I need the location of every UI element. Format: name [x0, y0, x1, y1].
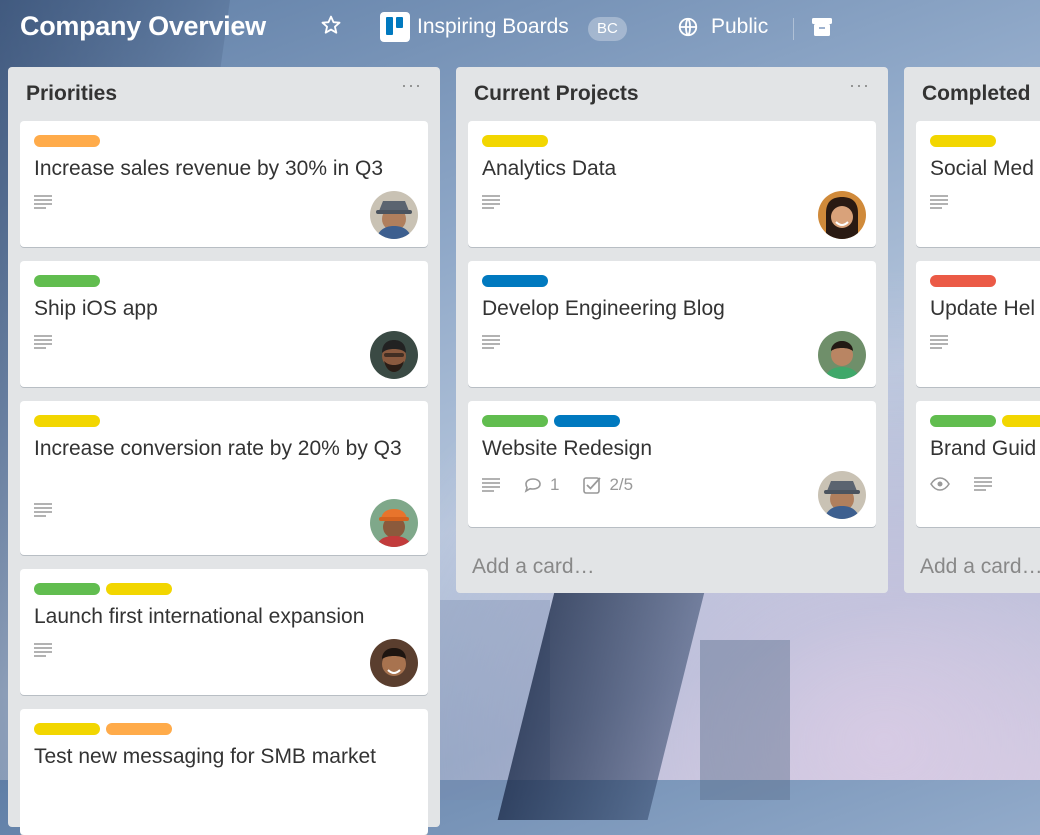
- comment-icon: [524, 478, 541, 493]
- card[interactable]: Analytics Data: [468, 121, 876, 247]
- label-yellow: [1002, 415, 1040, 427]
- card-title: Social Med: [930, 157, 1034, 180]
- comment-count: 1: [550, 475, 560, 494]
- board-header: Company Overview Inspiring Boards BC Pub…: [0, 0, 1040, 56]
- label-yellow: [482, 135, 548, 147]
- avatar[interactable]: [370, 639, 418, 687]
- header-divider: [793, 18, 794, 40]
- list-menu-icon[interactable]: ···: [849, 75, 870, 96]
- star-icon[interactable]: [318, 14, 344, 40]
- description-icon: [930, 335, 948, 349]
- card-title: Increase sales revenue by 30% in Q3: [34, 157, 384, 180]
- background-building: [430, 600, 550, 800]
- label-red: [930, 275, 996, 287]
- add-card-button[interactable]: Add a card…: [920, 555, 1040, 579]
- card[interactable]: Increase sales revenue by 30% in Q3: [20, 121, 428, 247]
- board-title[interactable]: Company Overview: [20, 11, 266, 42]
- label-yellow: [106, 583, 172, 595]
- background-building: [700, 640, 790, 800]
- checklist-badge: 2/5: [583, 475, 633, 495]
- label-yellow: [34, 723, 100, 735]
- avatar[interactable]: [370, 191, 418, 239]
- card-title: Website Redesign: [482, 437, 653, 460]
- description-icon: [482, 335, 500, 349]
- description-icon: [34, 503, 52, 517]
- card-title: Brand Guid: [930, 437, 1037, 460]
- avatar[interactable]: [370, 499, 418, 547]
- team-name[interactable]: Inspiring Boards: [417, 15, 569, 39]
- card-title: Ship iOS app: [34, 297, 158, 320]
- card[interactable]: Ship iOS app: [20, 261, 428, 387]
- description-icon: [974, 477, 992, 491]
- eye-icon: [930, 477, 950, 491]
- archive-icon[interactable]: [811, 17, 833, 37]
- label-blue: [482, 275, 548, 287]
- checklist-count: 2/5: [609, 475, 634, 494]
- avatar[interactable]: [818, 191, 866, 239]
- description-icon: [930, 195, 948, 209]
- avatar[interactable]: [370, 331, 418, 379]
- list-menu-icon[interactable]: ···: [401, 75, 422, 96]
- avatar[interactable]: [818, 471, 866, 519]
- list-completed: Completed Social Med Update Hel Brand Gu…: [904, 67, 1040, 593]
- visibility-label[interactable]: Public: [711, 15, 768, 39]
- description-icon: [34, 195, 52, 209]
- description-icon: [482, 478, 500, 492]
- description-icon: [482, 195, 500, 209]
- card[interactable]: Increase conversion rate by 20% by Q3: [20, 401, 428, 555]
- list-title[interactable]: Current Projects: [474, 82, 639, 106]
- label-orange: [106, 723, 172, 735]
- label-blue: [554, 415, 620, 427]
- card[interactable]: Test new messaging for SMB market: [20, 709, 428, 835]
- card-title: Launch first international expansion: [34, 605, 365, 628]
- list-title[interactable]: Completed: [922, 82, 1031, 106]
- label-green: [930, 415, 996, 427]
- card-title: Analytics Data: [482, 157, 617, 180]
- card[interactable]: Brand Guid: [916, 401, 1040, 527]
- label-green: [34, 583, 100, 595]
- card-title: Increase conversion rate by 20% by Q3: [34, 437, 402, 460]
- label-green: [34, 275, 100, 287]
- card-title: Update Hel: [930, 297, 1036, 320]
- description-icon: [34, 643, 52, 657]
- label-green: [482, 415, 548, 427]
- card-title: Develop Engineering Blog: [482, 297, 725, 320]
- list-current-projects: Current Projects ··· Analytics Data Deve…: [456, 67, 888, 593]
- card-title: Test new messaging for SMB market: [34, 745, 376, 768]
- comments-badge: 1: [524, 475, 559, 495]
- description-icon: [34, 335, 52, 349]
- list-title[interactable]: Priorities: [26, 82, 117, 106]
- label-yellow: [930, 135, 996, 147]
- trello-logo-icon: [380, 12, 410, 42]
- card[interactable]: Social Med: [916, 121, 1040, 247]
- list-priorities: Priorities ··· Increase sales revenue by…: [8, 67, 440, 835]
- team-badge: BC: [588, 17, 627, 41]
- globe-icon[interactable]: [677, 16, 699, 38]
- background-building: [497, 560, 713, 820]
- add-card-button[interactable]: Add a card…: [472, 555, 595, 579]
- checklist-icon: [583, 477, 602, 494]
- card[interactable]: Launch first international expansion: [20, 569, 428, 695]
- avatar[interactable]: [818, 331, 866, 379]
- card[interactable]: Update Hel: [916, 261, 1040, 387]
- card[interactable]: Develop Engineering Blog: [468, 261, 876, 387]
- card[interactable]: Website Redesign 1 2/5: [468, 401, 876, 527]
- label-orange: [34, 135, 100, 147]
- label-yellow: [34, 415, 100, 427]
